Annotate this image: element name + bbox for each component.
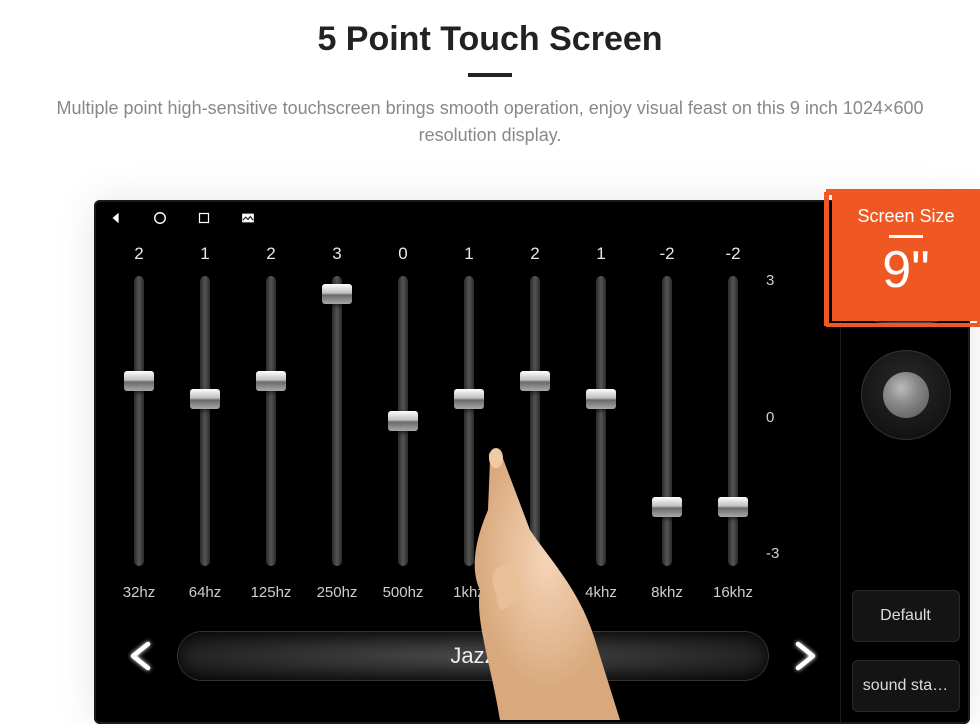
eq-freq-label: 64hz <box>189 584 222 601</box>
preset-next-button[interactable] <box>782 634 826 678</box>
eq-freq-label: 4khz <box>585 584 617 601</box>
sound-stage-button[interactable]: sound sta… <box>852 660 960 712</box>
eq-band-125hz: 2 125hz <box>238 244 304 614</box>
page-title: 5 Point Touch Screen <box>0 20 980 59</box>
eq-value-label: 2 <box>266 244 275 272</box>
eq-band-32hz: 2 32hz <box>106 244 172 614</box>
eq-slider-thumb[interactable] <box>586 389 616 409</box>
eq-slider-thumb[interactable] <box>652 497 682 517</box>
eq-slider-track[interactable] <box>464 276 474 566</box>
eq-slider-thumb[interactable] <box>322 284 352 304</box>
eq-band-64hz: 1 64hz <box>172 244 238 614</box>
eq-slider-track[interactable] <box>398 276 408 566</box>
page-subtitle: Multiple point high-sensitive touchscree… <box>30 95 950 149</box>
eq-freq-label: 250hz <box>317 584 358 601</box>
eq-value-label: 2 <box>530 244 539 272</box>
image-icon[interactable] <box>240 210 256 226</box>
eq-freq-label: 1khz <box>453 584 485 601</box>
eq-value-label: 1 <box>200 244 209 272</box>
eq-freq-label: 16khz <box>713 584 753 601</box>
eq-band-250hz: 3 250hz <box>304 244 370 614</box>
equalizer-sliders: 2 32hz 1 64hz 2 125hz 3 250hz 0 500hz 1 <box>106 244 832 614</box>
balance-button[interactable] <box>861 350 951 440</box>
eq-band-16khz: -2 16khz <box>700 244 766 614</box>
eq-scale: 3 0 -3 <box>766 244 832 614</box>
eq-band-500hz: 0 500hz <box>370 244 436 614</box>
eq-slider-track[interactable] <box>200 276 210 566</box>
home-icon[interactable] <box>152 210 168 226</box>
eq-freq-label: 125hz <box>251 584 292 601</box>
eq-freq-label: 32hz <box>123 584 156 601</box>
eq-slider-track[interactable] <box>728 276 738 566</box>
eq-value-label: 1 <box>596 244 605 272</box>
eq-slider-thumb[interactable] <box>388 411 418 431</box>
title-divider <box>468 73 512 77</box>
eq-band-1khz: 1 1khz <box>436 244 502 614</box>
eq-slider-track[interactable] <box>662 276 672 566</box>
back-icon[interactable] <box>108 210 124 226</box>
eq-slider-thumb[interactable] <box>454 389 484 409</box>
balance-knob-icon <box>883 372 929 418</box>
eq-value-label: -2 <box>659 244 674 272</box>
eq-slider-thumb[interactable] <box>520 371 550 391</box>
eq-slider-thumb[interactable] <box>256 371 286 391</box>
eq-freq-label: 500hz <box>383 584 424 601</box>
badge-title: Screen Size <box>835 206 977 227</box>
eq-slider-track[interactable] <box>596 276 606 566</box>
badge-value: 9" <box>835 244 977 296</box>
eq-band-2khz: 2 2khz <box>502 244 568 614</box>
eq-value-label: -2 <box>725 244 740 272</box>
screen-size-badge: Screen Size 9" <box>832 195 980 321</box>
scale-min: -3 <box>766 545 779 562</box>
preset-name-button[interactable]: Jazz <box>178 632 768 680</box>
eq-value-label: 1 <box>464 244 473 272</box>
eq-slider-track[interactable] <box>266 276 276 566</box>
eq-slider-track[interactable] <box>530 276 540 566</box>
eq-value-label: 3 <box>332 244 341 272</box>
eq-freq-label: 2khz <box>519 584 551 601</box>
eq-value-label: 0 <box>398 244 407 272</box>
scale-mid: 0 <box>766 409 779 426</box>
scale-max: 3 <box>766 272 779 289</box>
eq-slider-thumb[interactable] <box>718 497 748 517</box>
eq-slider-thumb[interactable] <box>190 389 220 409</box>
recent-icon[interactable] <box>196 210 212 226</box>
preset-prev-button[interactable] <box>120 634 164 678</box>
eq-slider-thumb[interactable] <box>124 371 154 391</box>
default-button[interactable]: Default <box>852 590 960 642</box>
eq-slider-track[interactable] <box>134 276 144 566</box>
badge-divider <box>889 235 923 238</box>
eq-band-4khz: 1 4khz <box>568 244 634 614</box>
eq-freq-label: 8khz <box>651 584 683 601</box>
eq-value-label: 2 <box>134 244 143 272</box>
eq-slider-track[interactable] <box>332 276 342 566</box>
eq-band-8khz: -2 8khz <box>634 244 700 614</box>
